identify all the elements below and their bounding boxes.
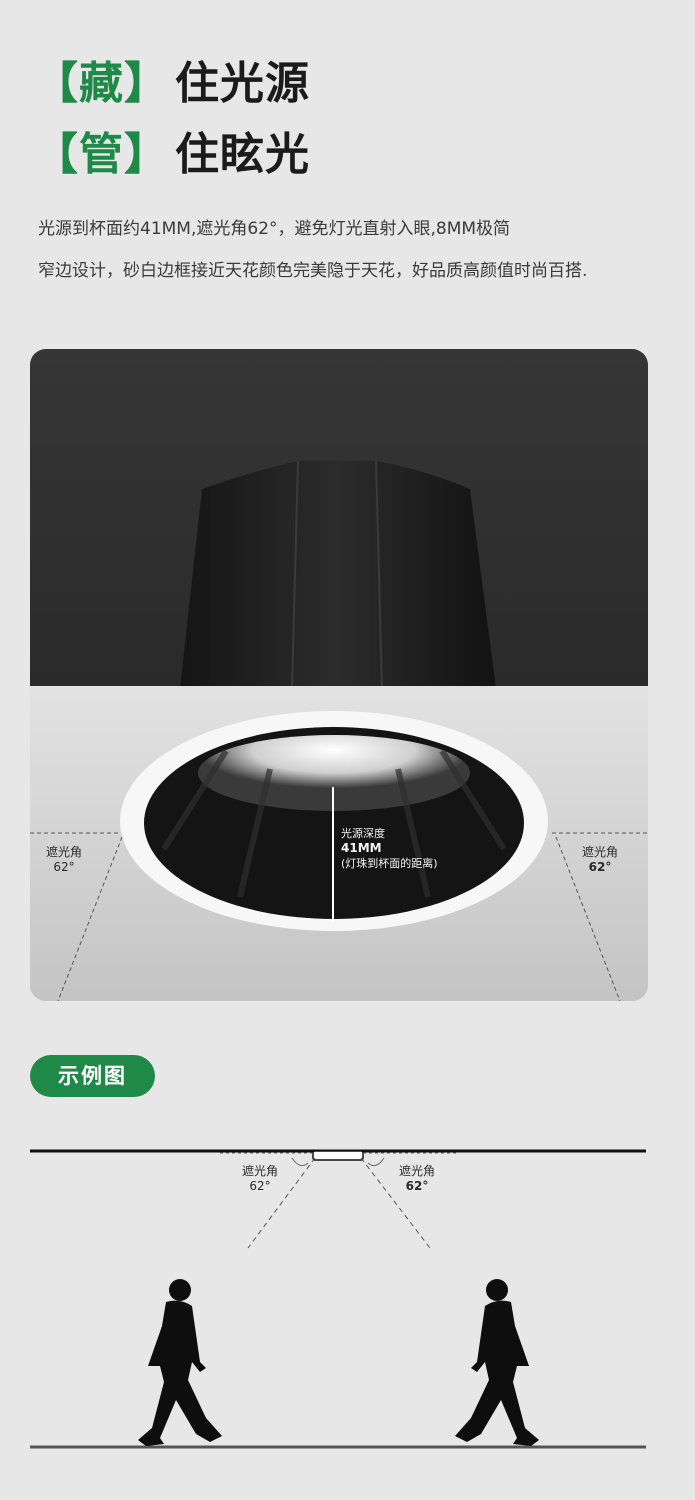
headline-hide-light-source: 【藏】 住光源 (34, 62, 310, 106)
right-example-angle-label: 遮光角 62° (399, 1164, 436, 1193)
walking-people-illustration (30, 1149, 646, 1449)
headline-control-glare: 【管】 住眩光 (34, 133, 310, 177)
lamp-housing (180, 461, 496, 689)
description-line-1: 光源到杯面约41MM,遮光角62°，避免灯光直射入眼,8MM极简 (38, 219, 511, 239)
headline-text: 住光源 (175, 58, 310, 109)
light-source-depth-label: 光源深度 41MM (灯珠到杯面的距离) (341, 827, 438, 870)
left-shading-angle-label: 遮光角 62° (46, 845, 83, 874)
example-diagram: 遮光角 62° 遮光角 62° (0, 1130, 695, 1500)
example-badge: 示例图 (30, 1055, 155, 1097)
left-person-silhouette (138, 1279, 222, 1446)
headline-bracket: 【管】 (34, 129, 169, 180)
headline-bracket: 【藏】 (34, 58, 169, 109)
left-example-angle-label: 遮光角 62° (242, 1164, 279, 1193)
product-image-panel: 遮光角 62° 遮光角 62° 光源深度 41MM (灯珠到杯面的距离) (30, 349, 648, 1001)
right-shading-angle-label: 遮光角 62° (582, 845, 619, 874)
downlight-fixture (312, 1150, 364, 1161)
right-person-silhouette (455, 1279, 539, 1446)
description-line-2: 窄边设计，砂白边框接近天花颜色完美隐于天花，好品质高颜值时尚百搭. (38, 261, 588, 281)
headline-text: 住眩光 (175, 129, 310, 180)
downlight-illustration (30, 349, 648, 1001)
